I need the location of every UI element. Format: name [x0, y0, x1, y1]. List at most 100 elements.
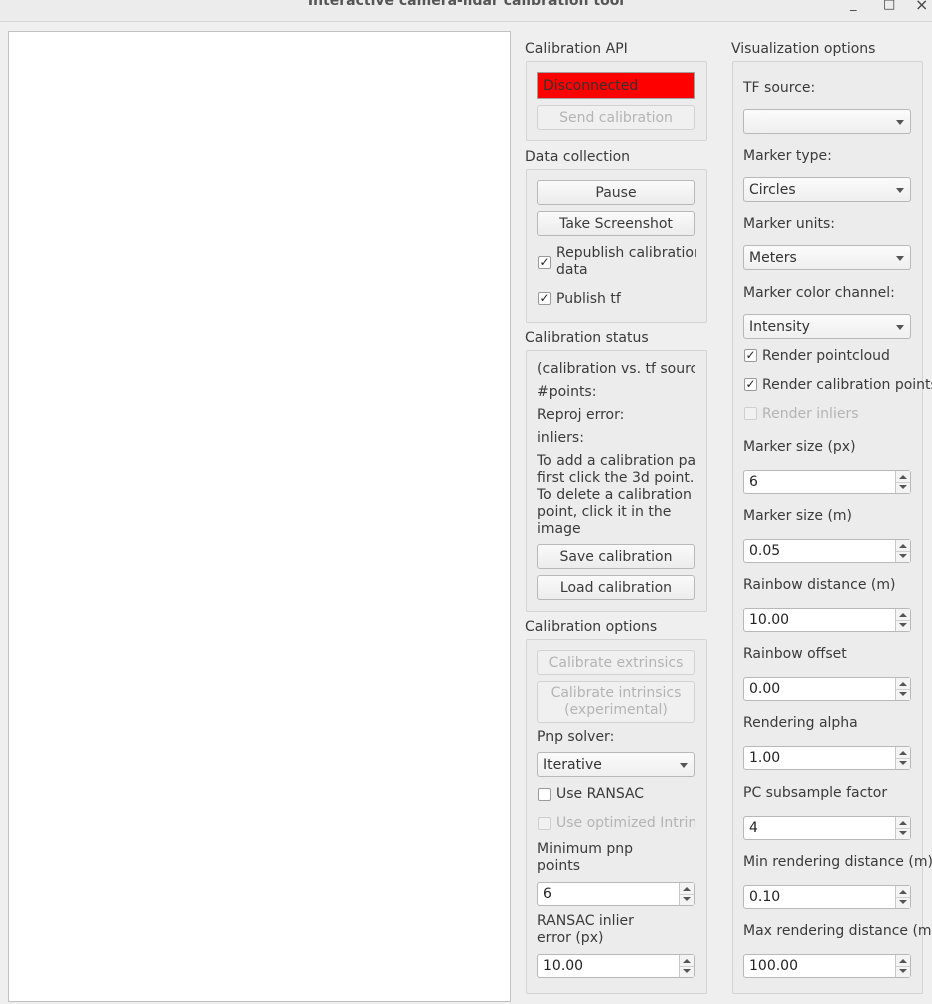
spin-down-icon[interactable]	[899, 969, 907, 973]
spin-down-icon[interactable]	[683, 897, 691, 901]
spin-up-icon[interactable]	[683, 959, 691, 963]
rainbow-offset-label: Rainbow offset	[743, 646, 847, 662]
ransac-inlier-error-spinbox[interactable]: 10.00	[537, 954, 695, 978]
republish-checkbox[interactable]: ✓	[538, 256, 551, 269]
spin-down-icon[interactable]	[899, 831, 907, 835]
rendering-alpha-spinbox[interactable]: 1.00	[743, 746, 911, 770]
load-calibration-button[interactable]: Load calibration	[537, 575, 695, 600]
spin-up-icon[interactable]	[899, 613, 907, 617]
max-rendering-distance-label: Max rendering distance (m)	[743, 923, 932, 939]
min-pnp-points-spinbox[interactable]: 6	[537, 882, 695, 906]
spin-buttons[interactable]	[895, 817, 910, 839]
min-rendering-distance-spinbox[interactable]: 0.10	[743, 885, 911, 909]
tf-source-comparison: (calibration vs. tf source)	[537, 361, 695, 377]
spin-up-icon[interactable]	[899, 682, 907, 686]
calibration-api-title: Calibration API	[525, 41, 628, 57]
ransac-inlier-error-label-line1: RANSAC inlier	[537, 913, 634, 929]
render-pointcloud-label: Render pointcloud	[762, 348, 890, 364]
render-pointcloud-checkbox[interactable]: ✓	[744, 349, 757, 362]
take-screenshot-button[interactable]: Take Screenshot	[537, 211, 695, 236]
close-icon[interactable]: ×	[915, 0, 928, 13]
tf-source-select[interactable]	[743, 109, 911, 134]
pnp-solver-select[interactable]: Iterative	[537, 752, 695, 777]
data-collection-title: Data collection	[525, 149, 631, 165]
minimize-icon[interactable]: _	[850, 0, 857, 13]
marker-size-px-spinbox[interactable]: 6	[743, 470, 911, 494]
marker-type-select[interactable]: Circles	[743, 177, 911, 202]
republish-label: Republish calibration data	[556, 245, 696, 281]
min-pnp-points-label-line1: Minimum pnp	[537, 841, 633, 857]
marker-size-m-label: Marker size (m)	[743, 508, 852, 524]
use-optimized-intrinsics-checkbox[interactable]	[538, 817, 551, 830]
instructions-line: image	[537, 521, 581, 537]
spin-buttons[interactable]	[895, 678, 910, 700]
spin-buttons[interactable]	[895, 955, 910, 977]
marker-units-select[interactable]: Meters	[743, 245, 911, 270]
use-optimized-intrinsics-label: Use optimized Intrinsics	[556, 815, 695, 831]
pause-button[interactable]: Pause	[537, 180, 695, 205]
chevron-down-icon	[896, 324, 904, 330]
calibrate-intrinsics-button[interactable]: Calibrate intrinsics (experimental)	[537, 681, 695, 723]
spin-up-icon[interactable]	[683, 887, 691, 891]
camera-image-view[interactable]	[8, 31, 511, 1002]
spin-down-icon[interactable]	[899, 761, 907, 765]
window-title: Interactive camera-lidar calibration too…	[307, 0, 625, 9]
marker-size-px-label: Marker size (px)	[743, 439, 856, 455]
spin-buttons[interactable]	[679, 883, 694, 905]
pc-subsample-factor-spinbox[interactable]: 4	[743, 816, 911, 840]
marker-size-px-value: 6	[749, 474, 758, 490]
calibrate-intrinsics-line1: Calibrate intrinsics	[550, 685, 682, 701]
spin-buttons[interactable]	[895, 886, 910, 908]
spin-buttons[interactable]	[895, 609, 910, 631]
render-calibration-points-checkbox[interactable]: ✓	[744, 378, 757, 391]
visualization-options-title: Visualization options	[731, 41, 876, 57]
spin-buttons[interactable]	[895, 471, 910, 493]
rendering-alpha-label: Rendering alpha	[743, 715, 858, 731]
spin-down-icon[interactable]	[899, 554, 907, 558]
spin-buttons[interactable]	[895, 747, 910, 769]
save-calibration-button[interactable]: Save calibration	[537, 544, 695, 569]
rainbow-offset-spinbox[interactable]: 0.00	[743, 677, 911, 701]
render-inliers-checkbox[interactable]	[744, 407, 757, 420]
republish-label-line2: data	[556, 262, 588, 278]
rainbow-distance-spinbox[interactable]: 10.00	[743, 608, 911, 632]
spin-down-icon[interactable]	[899, 900, 907, 904]
spin-up-icon[interactable]	[899, 475, 907, 479]
publish-tf-checkbox[interactable]: ✓	[538, 292, 551, 305]
marker-color-channel-value: Intensity	[749, 318, 810, 335]
spin-down-icon[interactable]	[899, 485, 907, 489]
ransac-inlier-error-value: 10.00	[543, 958, 584, 974]
pc-subsample-factor-label: PC subsample factor	[743, 785, 888, 801]
window-titlebar: Interactive camera-lidar calibration too…	[0, 0, 932, 22]
send-calibration-button[interactable]: Send calibration	[537, 105, 695, 130]
render-calibration-points-label: Render calibration points	[762, 377, 932, 393]
spin-up-icon[interactable]	[899, 890, 907, 894]
spin-buttons[interactable]	[679, 955, 694, 977]
spin-up-icon[interactable]	[899, 751, 907, 755]
marker-color-channel-label: Marker color channel:	[743, 285, 895, 301]
api-status-indicator: Disconnected	[537, 72, 695, 99]
rainbow-offset-value: 0.00	[749, 681, 781, 697]
spin-down-icon[interactable]	[899, 623, 907, 627]
marker-color-channel-select[interactable]: Intensity	[743, 314, 911, 339]
max-rendering-distance-spinbox[interactable]: 100.00	[743, 954, 911, 978]
calibrate-extrinsics-button[interactable]: Calibrate extrinsics	[537, 650, 695, 675]
marker-type-value: Circles	[749, 181, 796, 198]
ransac-inlier-error-label-line2: error (px)	[537, 930, 604, 946]
use-ransac-checkbox[interactable]	[538, 788, 551, 801]
spin-up-icon[interactable]	[899, 959, 907, 963]
spin-down-icon[interactable]	[899, 692, 907, 696]
min-rendering-distance-value: 0.10	[749, 889, 781, 905]
instructions-line: point, click it in the	[537, 504, 672, 520]
spin-down-icon[interactable]	[683, 969, 691, 973]
spin-up-icon[interactable]	[899, 821, 907, 825]
min-pnp-points-label-line2: points	[537, 858, 580, 874]
rainbow-distance-value: 10.00	[749, 612, 790, 628]
marker-units-label: Marker units:	[743, 216, 835, 232]
marker-size-m-spinbox[interactable]: 0.05	[743, 539, 911, 563]
spin-buttons[interactable]	[895, 540, 910, 562]
chevron-down-icon	[896, 187, 904, 193]
instructions-line: first click the 3d point.	[537, 470, 695, 486]
maximize-icon[interactable]: □	[883, 0, 895, 13]
spin-up-icon[interactable]	[899, 544, 907, 548]
